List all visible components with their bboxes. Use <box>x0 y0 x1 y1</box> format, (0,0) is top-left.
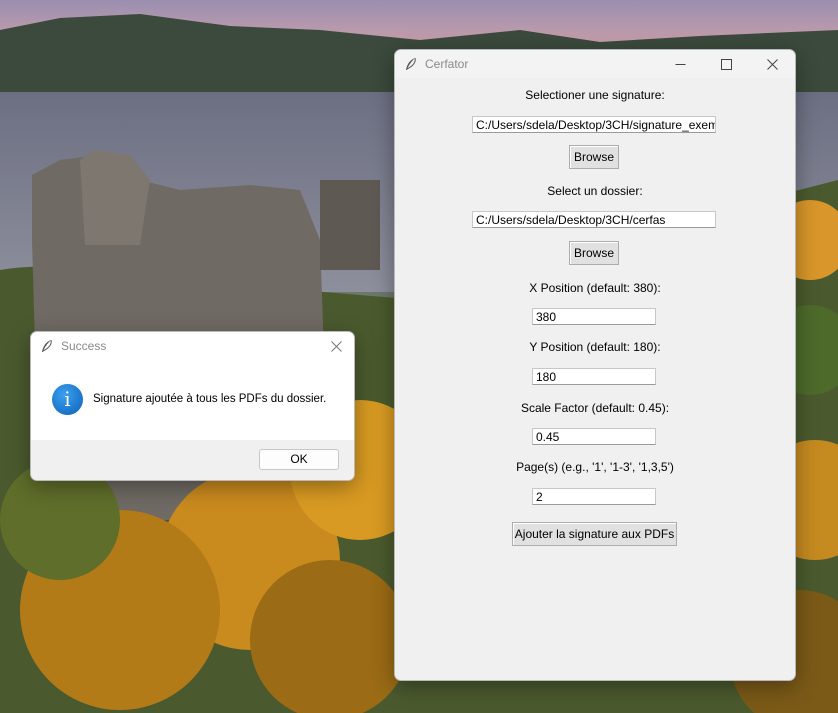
folder-label: Select un dossier: <box>547 184 643 198</box>
window-content: Selectioner une signature: C:/Users/sdel… <box>395 78 795 680</box>
feather-icon <box>406 57 416 70</box>
close-icon <box>330 340 342 352</box>
add-signature-button[interactable]: Ajouter la signature aux PDFs <box>512 522 677 546</box>
close-icon <box>766 58 778 70</box>
maximize-icon <box>720 58 732 70</box>
dialog-title-bar[interactable]: Success <box>31 332 354 360</box>
dialog-title: Success <box>61 339 107 353</box>
browse-folder-button[interactable]: Browse <box>569 241 619 265</box>
signature-label: Selectioner une signature: <box>525 88 665 102</box>
ok-button[interactable]: OK <box>259 449 339 470</box>
dialog-close-button[interactable] <box>316 332 354 360</box>
minimize-button[interactable] <box>657 50 703 78</box>
x-position-input[interactable]: 380 <box>532 308 656 325</box>
scale-factor-label: Scale Factor (default: 0.45): <box>520 401 670 415</box>
y-position-label: Y Position (default: 180): <box>529 340 661 354</box>
dialog-body: i Signature ajoutée à tous les PDFs du d… <box>31 360 354 440</box>
success-dialog: Success i Signature ajoutée à tous les P… <box>30 331 355 481</box>
signature-path-input[interactable]: C:/Users/sdela/Desktop/3CH/signature_exe… <box>472 116 716 133</box>
window-title: Cerfator <box>425 57 469 71</box>
feather-icon <box>42 339 52 352</box>
folder-path-input[interactable]: C:/Users/sdela/Desktop/3CH/cerfas <box>472 211 716 228</box>
scale-factor-input[interactable]: 0.45 <box>532 428 656 445</box>
title-bar[interactable]: Cerfator <box>395 50 795 78</box>
dialog-footer: OK <box>31 440 354 480</box>
close-button[interactable] <box>749 50 795 78</box>
minimize-icon <box>675 63 685 65</box>
pages-input[interactable]: 2 <box>532 488 656 505</box>
maximize-button[interactable] <box>703 50 749 78</box>
y-position-input[interactable]: 180 <box>532 368 656 385</box>
pages-label: Page(s) (e.g., '1', '1-3', '1,3,5') <box>516 460 674 474</box>
browse-signature-button[interactable]: Browse <box>569 145 619 169</box>
dialog-message: Signature ajoutée à tous les PDFs du dos… <box>93 393 327 405</box>
cerfator-window: Cerfator Selectioner une signature: C:/U… <box>394 49 796 681</box>
x-position-label: X Position (default: 380): <box>529 281 661 295</box>
info-icon: i <box>52 384 83 415</box>
